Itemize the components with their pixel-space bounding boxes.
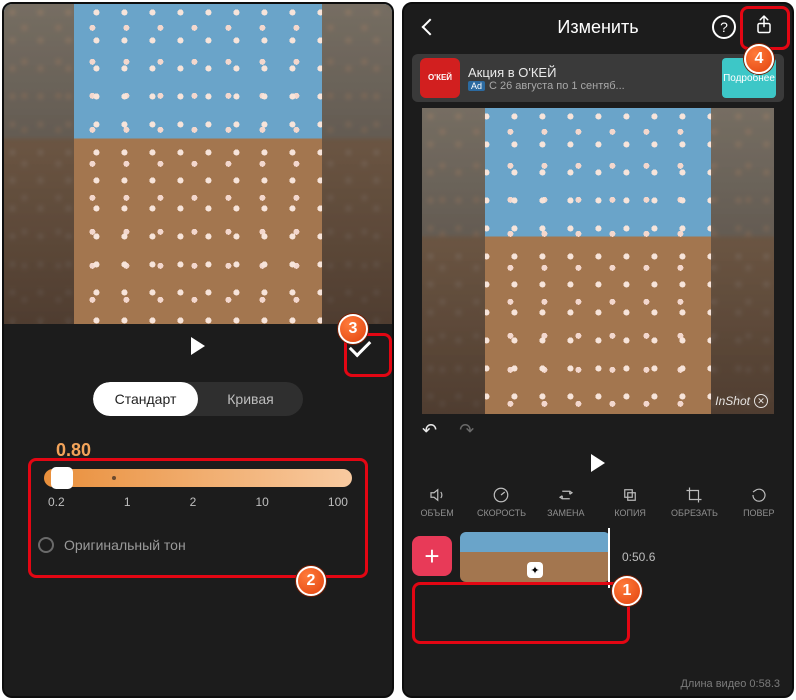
crop-icon bbox=[663, 484, 725, 506]
share-icon bbox=[755, 14, 773, 41]
export-button[interactable] bbox=[746, 10, 782, 44]
back-button[interactable] bbox=[416, 13, 444, 41]
tool-rotate[interactable]: ПОВЕР bbox=[728, 484, 790, 518]
speed-value: 0.80 bbox=[44, 440, 352, 469]
tool-replace[interactable]: ЗАМЕНА bbox=[535, 484, 597, 518]
redo-button[interactable]: ↷ bbox=[459, 420, 474, 441]
segment-standard[interactable]: Стандарт bbox=[93, 382, 198, 416]
ad-cta-button[interactable]: Подробнее bbox=[722, 58, 776, 98]
speed-mode-segmented[interactable]: Стандарт Кривая bbox=[93, 382, 303, 416]
speed-slider[interactable] bbox=[44, 469, 352, 487]
speed-editor-screen: Стандарт Кривая 0.80 0.2 1 2 10 100 Ориг… bbox=[2, 2, 394, 698]
copy-icon bbox=[599, 484, 661, 506]
volume-icon bbox=[406, 484, 468, 506]
ad-title: Акция в O'КЕЙ bbox=[468, 65, 714, 80]
ad-badge: Ad bbox=[468, 81, 485, 91]
play-button[interactable] bbox=[191, 337, 205, 355]
original-tone-radio[interactable] bbox=[38, 537, 54, 553]
confirm-button[interactable] bbox=[340, 328, 380, 364]
tool-copy[interactable]: КОПИЯ bbox=[599, 484, 661, 518]
close-icon[interactable]: ✕ bbox=[754, 394, 768, 408]
slider-ticks: 0.2 1 2 10 100 bbox=[44, 495, 352, 509]
timecode: 0:50.6 bbox=[622, 550, 655, 564]
toolbar: ОБЪЕМ СКОРОСТЬ ЗАМЕНА КОПИЯ ОБРЕЗАТЬ ПОВ… bbox=[404, 480, 792, 518]
page-title: Изменить bbox=[557, 17, 638, 38]
clip-thumbnail[interactable]: ✦ bbox=[460, 532, 610, 582]
video-length-label: Длина видео 0:58.3 bbox=[680, 678, 780, 690]
ad-banner[interactable]: О'КЕЙ Акция в O'КЕЙ Ad С 26 августа по 1 … bbox=[412, 54, 784, 102]
ad-subtitle: С 26 августа по 1 сентяб... bbox=[489, 80, 625, 92]
speed-icon bbox=[470, 484, 532, 506]
help-button[interactable]: ? bbox=[712, 15, 736, 39]
clip-effect-badge: ✦ bbox=[527, 562, 543, 578]
timeline[interactable]: + ✦ 0:50.6 bbox=[412, 528, 784, 588]
undo-button[interactable]: ↶ bbox=[422, 420, 437, 441]
video-preview: InShot ✕ bbox=[422, 108, 774, 414]
slider-thumb[interactable] bbox=[51, 467, 73, 489]
watermark[interactable]: InShot ✕ bbox=[715, 394, 768, 408]
segment-curve[interactable]: Кривая bbox=[198, 382, 303, 416]
rotate-icon bbox=[728, 484, 790, 506]
slider-default-mark bbox=[112, 476, 116, 480]
add-clip-button[interactable]: + bbox=[412, 536, 452, 576]
chevron-left-icon bbox=[424, 21, 436, 33]
tool-volume[interactable]: ОБЪЕМ bbox=[406, 484, 468, 518]
replace-icon bbox=[535, 484, 597, 506]
tool-speed[interactable]: СКОРОСТЬ bbox=[470, 484, 532, 518]
original-tone-label: Оригинальный тон bbox=[64, 537, 186, 553]
playhead[interactable] bbox=[608, 528, 610, 588]
ad-logo: О'КЕЙ bbox=[420, 58, 460, 98]
speed-card: 0.80 0.2 1 2 10 100 bbox=[28, 430, 368, 523]
video-preview bbox=[4, 4, 392, 324]
tool-crop[interactable]: ОБРЕЗАТЬ bbox=[663, 484, 725, 518]
play-button[interactable] bbox=[591, 454, 605, 472]
main-editor-screen: Изменить ? О'КЕЙ Акция в O'КЕЙ Ad С 26 ав… bbox=[402, 2, 794, 698]
